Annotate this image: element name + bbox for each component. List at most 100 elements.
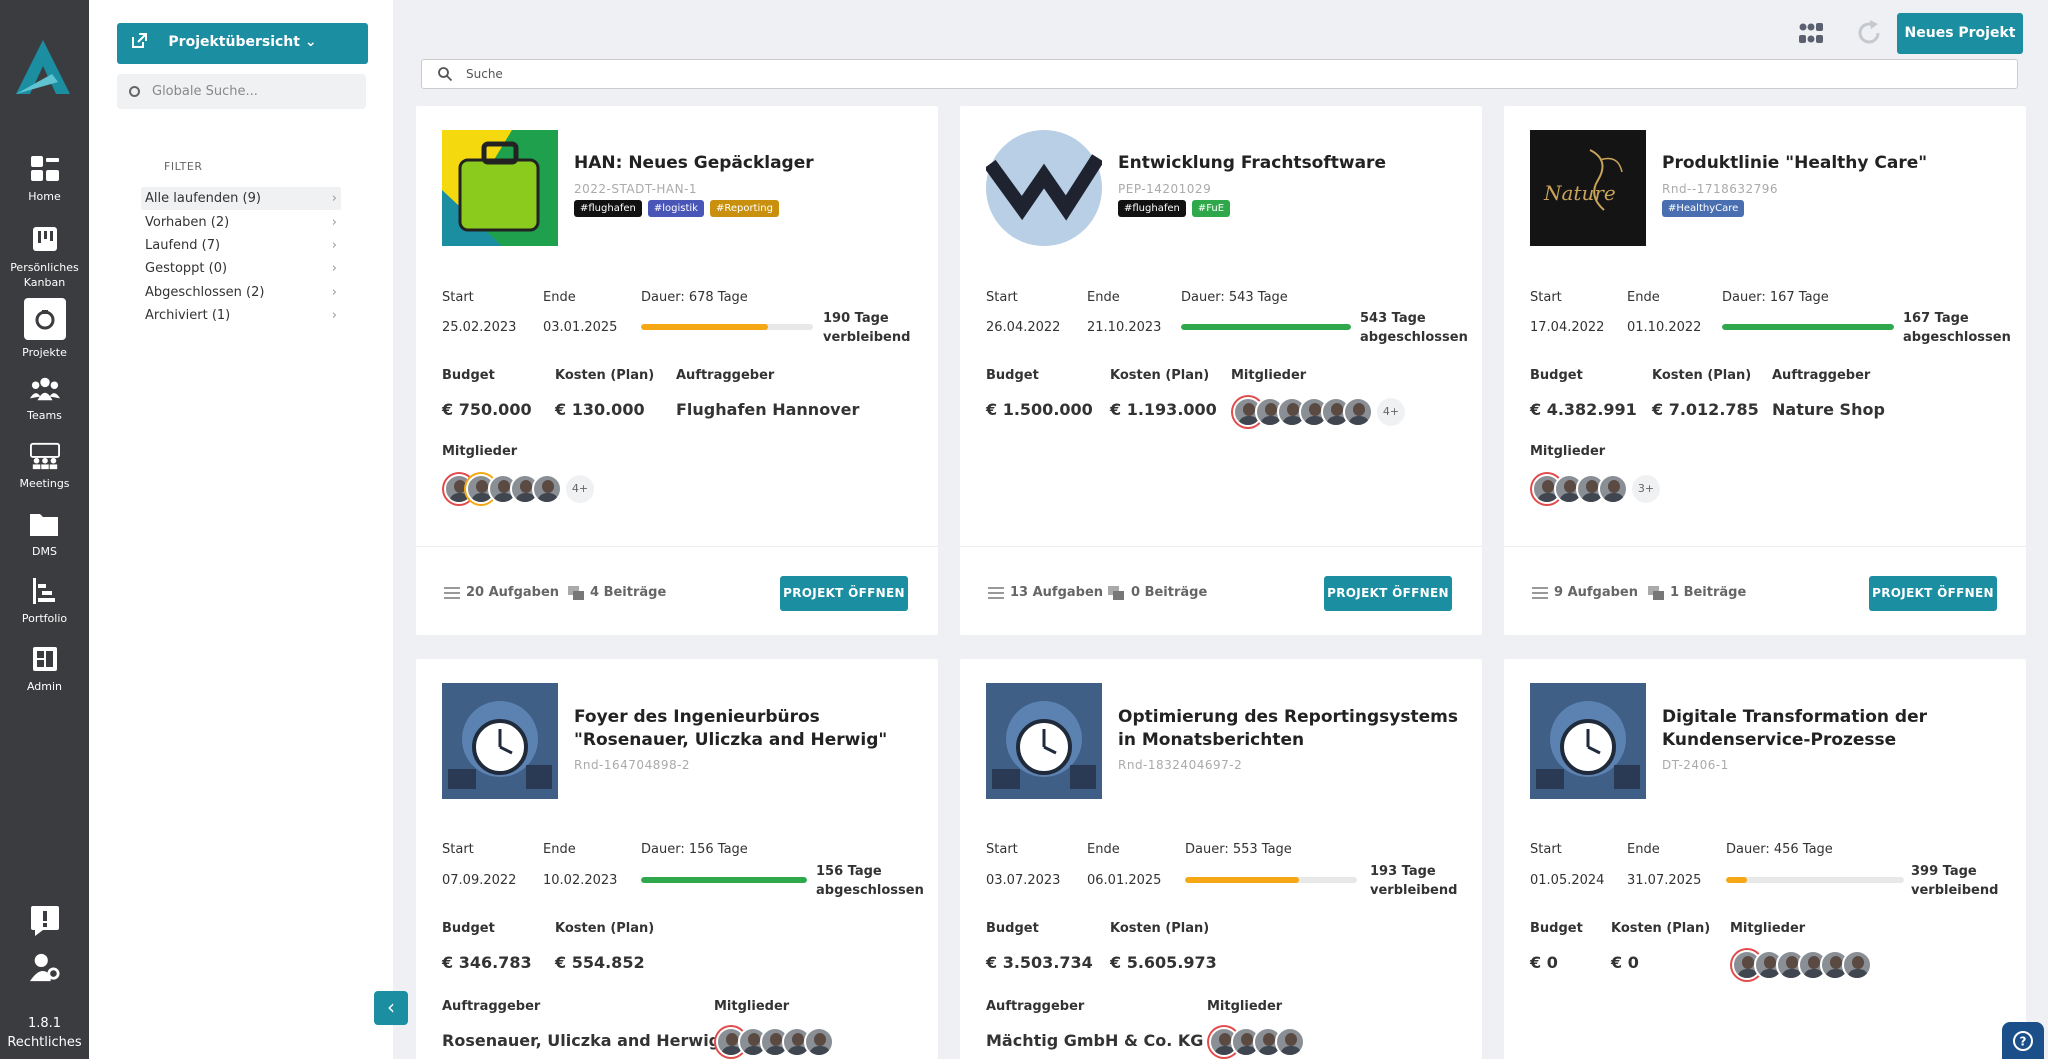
avatar[interactable]: [804, 1027, 834, 1057]
avatar[interactable]: [1842, 950, 1872, 980]
project-title[interactable]: Foyer des Ingenieurbüros "Rosenauer, Uli…: [574, 706, 914, 752]
remaining-text: 167 Tage abgeschlossen: [1903, 309, 2011, 347]
admin-icon: [30, 644, 60, 674]
nav-kanban[interactable]: Persönliches Kanban: [0, 224, 89, 290]
refresh-icon[interactable]: [1856, 20, 1882, 46]
tasks-count[interactable]: 20 Aufgaben: [466, 585, 559, 600]
members-more-count[interactable]: 4+: [1377, 398, 1405, 426]
open-project-button[interactable]: PROJEKT ÖFFNEN: [780, 576, 908, 611]
avatar[interactable]: [1275, 1027, 1305, 1057]
progress-fill: [1726, 877, 1748, 883]
start-label: Start: [442, 842, 474, 857]
global-search-input[interactable]: Globale Suche...: [117, 74, 366, 109]
nav-projects[interactable]: Projekte: [0, 298, 89, 359]
tag[interactable]: #flughafen: [574, 200, 642, 217]
search-input[interactable]: Suche: [421, 59, 2018, 89]
budget-value: € 346.783: [442, 953, 532, 972]
project-card: Nature Produktlinie "Healthy Care" Rnd--…: [1504, 106, 2026, 635]
tag[interactable]: #flughafen: [1118, 200, 1186, 217]
open-project-button[interactable]: PROJEKT ÖFFNEN: [1324, 576, 1452, 611]
nav-home[interactable]: Home: [0, 154, 89, 203]
nav-meetings[interactable]: Meetings: [0, 441, 89, 490]
progress-fill: [1181, 324, 1351, 330]
progress-fill: [1185, 877, 1299, 883]
open-project-button[interactable]: PROJEKT ÖFFNEN: [1869, 576, 1997, 611]
end-label: Ende: [1087, 290, 1120, 305]
filter-item-stopped[interactable]: Gestoppt (0) ›: [141, 257, 341, 280]
nav-label: Portfolio: [21, 612, 68, 625]
feedback-button[interactable]: [0, 906, 89, 942]
grid-view-icon[interactable]: [1799, 22, 1823, 44]
project-overview-button[interactable]: Projektübersicht ⌄: [117, 23, 368, 64]
nav-dms[interactable]: DMS: [0, 509, 89, 558]
costs-label: Kosten (Plan): [1652, 368, 1752, 383]
search-icon: [438, 67, 452, 81]
search-placeholder: Suche: [466, 67, 503, 81]
client-label: Auftraggeber: [442, 999, 541, 1014]
project-code: Rnd-1832404697-2: [1118, 758, 1243, 772]
legal-link[interactable]: Rechtliches: [0, 1035, 89, 1050]
remaining-days: 399 Tage: [1911, 864, 1977, 879]
tag[interactable]: #logistik: [647, 200, 704, 217]
posts-count[interactable]: 4 Beiträge: [590, 585, 666, 600]
project-title[interactable]: HAN: Neues Gepäcklager: [574, 152, 914, 175]
posts-icon: [1648, 586, 1664, 600]
search-icon: [129, 86, 140, 97]
member-avatars[interactable]: 3+: [1532, 474, 1660, 504]
project-title[interactable]: Produktlinie "Healthy Care": [1662, 152, 2002, 175]
app-logo-icon[interactable]: [12, 36, 74, 98]
member-avatars[interactable]: 4+: [444, 474, 594, 504]
project-code: 2022-STADT-HAN-1: [574, 182, 698, 196]
tasks-count[interactable]: 9 Aufgaben: [1554, 585, 1638, 600]
avatar[interactable]: [532, 474, 562, 504]
end-date: 10.02.2023: [543, 873, 618, 888]
teams-icon: [29, 373, 60, 403]
filter-label: Laufend (7): [145, 237, 221, 253]
start-label: Start: [986, 842, 1018, 857]
member-avatars[interactable]: [1732, 950, 1872, 980]
version-label: 1.8.1: [27, 1016, 62, 1031]
help-button[interactable]: ?: [2002, 1022, 2044, 1059]
members-more-count[interactable]: 4+: [566, 475, 594, 503]
posts-count[interactable]: 0 Beiträge: [1131, 585, 1207, 600]
costs-label: Kosten (Plan): [555, 921, 655, 936]
avatar[interactable]: [1598, 474, 1628, 504]
duration-label: Dauer: 167 Tage: [1722, 290, 1829, 305]
tasks-icon: [1532, 587, 1548, 599]
tag[interactable]: #FuE: [1191, 200, 1231, 217]
new-project-button[interactable]: Neues Projekt: [1897, 13, 2023, 54]
filter-item-planned[interactable]: Vorhaben (2) ›: [141, 210, 341, 233]
user-settings-button[interactable]: [0, 952, 89, 988]
chevron-right-icon: ›: [331, 214, 337, 230]
tag[interactable]: #Reporting: [709, 200, 779, 217]
filter-title: FILTER: [164, 160, 203, 173]
nature-logo-text: Nature: [1543, 181, 1616, 205]
member-avatars[interactable]: 4+: [1233, 397, 1405, 427]
posts-count[interactable]: 1 Beiträge: [1670, 585, 1746, 600]
nav-portfolio[interactable]: Portfolio: [0, 576, 89, 625]
filter-item-all-running[interactable]: Alle laufenden (9) ›: [141, 187, 341, 211]
costs-label: Kosten (Plan): [1611, 921, 1711, 936]
start-date: 03.07.2023: [986, 873, 1061, 888]
budget-value: € 1.500.000: [986, 400, 1093, 419]
filter-item-running[interactable]: Laufend (7) ›: [141, 234, 341, 257]
member-avatars[interactable]: [1209, 1027, 1305, 1057]
nav-admin[interactable]: Admin: [0, 644, 89, 693]
member-avatars[interactable]: [716, 1027, 834, 1057]
filter-item-completed[interactable]: Abgeschlossen (2) ›: [141, 281, 341, 304]
project-title[interactable]: Optimierung des Reportingsystems in Mona…: [1118, 706, 1458, 752]
members-more-count[interactable]: 3+: [1632, 475, 1660, 503]
nav-teams[interactable]: Teams: [0, 373, 89, 422]
progress-bar: [641, 877, 807, 883]
end-date: 01.10.2022: [1627, 320, 1702, 335]
project-title[interactable]: Entwicklung Frachtsoftware: [1118, 152, 1458, 175]
filter-item-archived[interactable]: Archiviert (1) ›: [141, 304, 341, 327]
duration-label: Dauer: 156 Tage: [641, 842, 748, 857]
tasks-count[interactable]: 13 Aufgaben: [1010, 585, 1103, 600]
collapse-panel-button[interactable]: ‹: [374, 991, 408, 1025]
tag[interactable]: #HealthyCare: [1662, 200, 1745, 217]
remaining-status: abgeschlossen: [816, 883, 924, 898]
avatar[interactable]: [1343, 397, 1373, 427]
project-title[interactable]: Digitale Transformation der Kundenservic…: [1662, 706, 2002, 752]
costs-label: Kosten (Plan): [555, 368, 655, 383]
